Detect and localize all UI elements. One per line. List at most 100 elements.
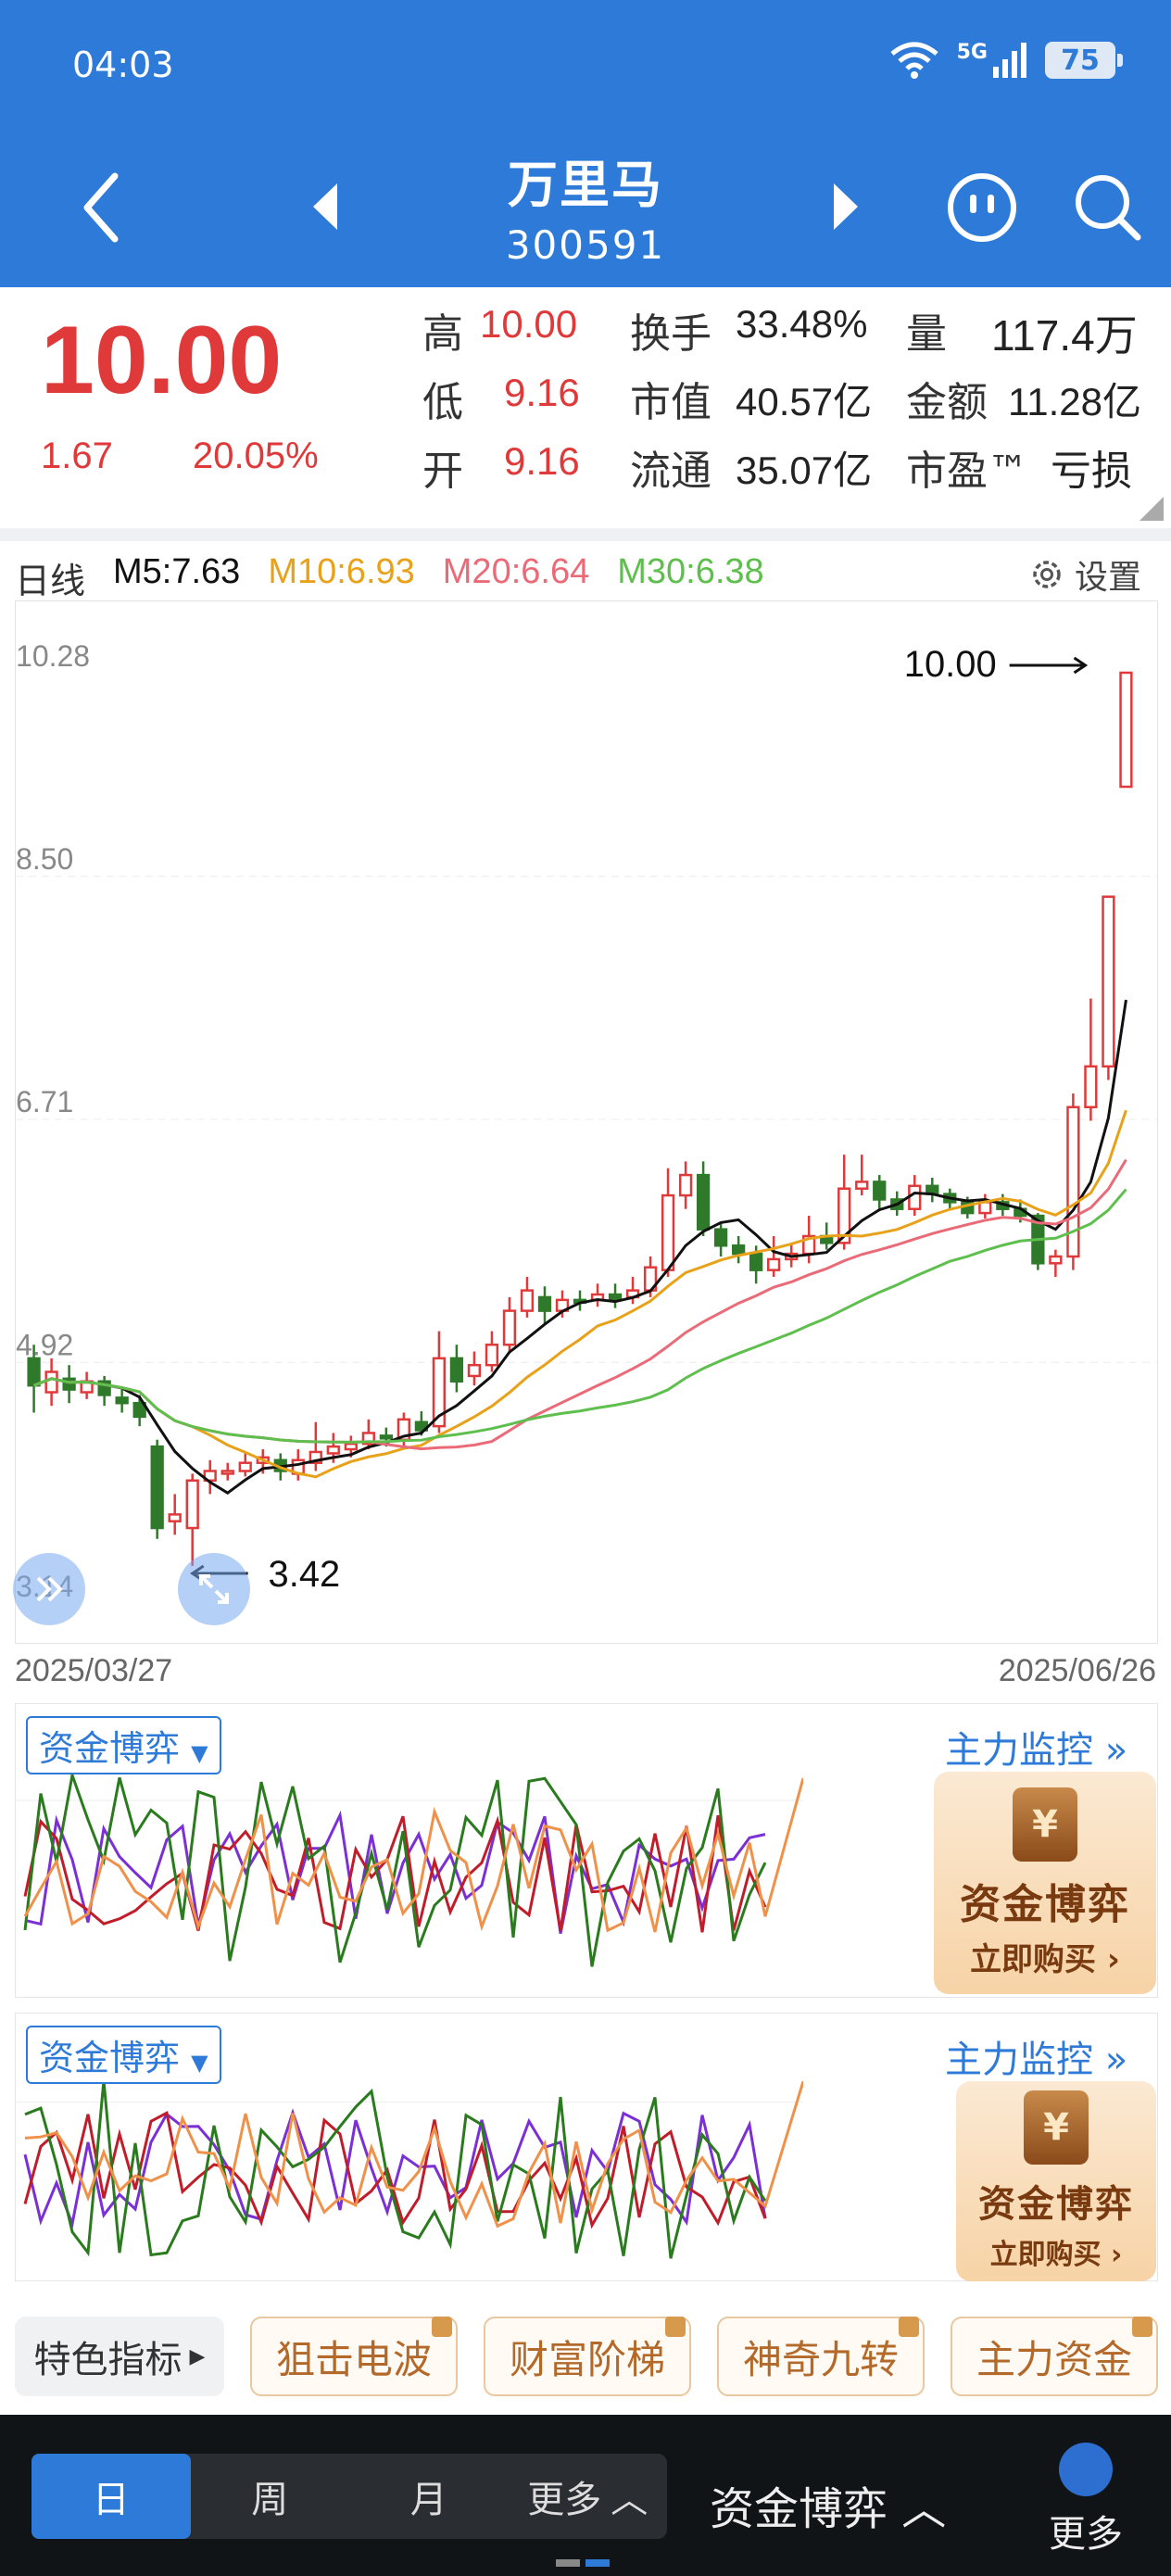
feature-btn-sniper[interactable]: 狙击电波: [250, 2317, 458, 2396]
candle-body: [1102, 895, 1115, 1068]
min-price-label: 3.42: [269, 1554, 341, 1595]
indicator-dropdown-1[interactable]: 资金博弈 ▼: [26, 1716, 221, 1774]
feature-btn-mainfund[interactable]: 主力资金: [951, 2317, 1158, 2396]
wifi-icon: [890, 42, 938, 79]
period-more[interactable]: 更多 ︿: [509, 2454, 668, 2539]
signal-icon: [993, 43, 1026, 78]
candle-body: [1119, 671, 1133, 789]
period-month[interactable]: 月: [349, 2454, 509, 2539]
collapse-panel-button[interactable]: [13, 1553, 85, 1625]
candle-body: [326, 1445, 340, 1455]
lock-icon: [1132, 2317, 1152, 2337]
period-selector: 日 周 月 更多 ︿: [31, 2454, 667, 2539]
status-icons: 5G 75: [888, 41, 1123, 80]
x-start-date: 2025/03/27: [15, 1653, 173, 1688]
m10-label: M10:6.93: [268, 552, 415, 591]
next-stock-icon[interactable]: [830, 182, 862, 232]
assistant-icon[interactable]: [945, 170, 1019, 245]
expand-icon: [199, 1574, 229, 1604]
candle-body: [449, 1357, 464, 1383]
network-type: 5G: [956, 41, 988, 64]
gear-icon: [1033, 561, 1061, 588]
candle-body: [502, 1309, 517, 1346]
candle-body: [168, 1513, 182, 1522]
more-dot-icon: [1059, 2443, 1113, 2496]
search-icon[interactable]: [1073, 172, 1143, 243]
more-menu-button[interactable]: 更多: [1039, 2443, 1132, 2557]
double-chevron-right-icon: [36, 1576, 63, 1602]
yuan-coin-icon: ¥: [1024, 2090, 1089, 2165]
indicator-switch[interactable]: 资金博弈 ︿: [710, 2472, 946, 2537]
candle-body: [485, 1343, 499, 1367]
candle-body: [115, 1396, 129, 1405]
candle-body: [678, 1173, 693, 1197]
y-tick-label: 4.92: [16, 1328, 73, 1361]
candle-body: [873, 1181, 887, 1201]
low-value: 9.16: [504, 371, 580, 414]
caret-right-icon: ▶: [189, 2344, 206, 2368]
lock-icon: [432, 2317, 452, 2337]
expand-corner-icon[interactable]: [1140, 497, 1164, 521]
candle-body: [713, 1228, 728, 1247]
feature-label: 神奇九转: [742, 2336, 899, 2382]
chart-settings-button[interactable]: 设置: [1028, 550, 1141, 599]
x-end-date: 2025/06/26: [998, 1653, 1156, 1688]
candle-body: [220, 1470, 234, 1475]
y-tick-label: 6.71: [16, 1085, 73, 1118]
main-monitor-link-1[interactable]: 主力监控 »: [945, 1720, 1127, 1774]
m5-label: M5:7.63: [113, 552, 241, 591]
pe-label: 市盈™: [906, 448, 1028, 495]
candlestick-chart[interactable]: 10.288.506.714.923.1410.003.42: [15, 600, 1158, 1644]
price-change-pct: 20.05%: [193, 436, 319, 476]
promo-card-1[interactable]: ¥ 资金博弈 立即购买 ›: [934, 1772, 1156, 1994]
more-label: 更多: [1049, 2513, 1123, 2556]
page-dot: [556, 2559, 580, 2567]
promo-title: 资金博弈: [978, 2183, 1134, 2226]
feature-label: 财富阶梯: [509, 2336, 665, 2382]
candle-body: [185, 1479, 199, 1530]
candle-body: [379, 1434, 394, 1440]
float-label: 流通: [630, 448, 711, 495]
caret-down-icon: ▼: [191, 2050, 208, 2076]
amount-label: 金额: [906, 379, 988, 426]
main-monitor-link-2[interactable]: 主力监控 »: [945, 2029, 1127, 2083]
m20-label: M20:6.64: [442, 552, 590, 591]
lock-icon: [665, 2317, 686, 2337]
period-day[interactable]: 日: [31, 2454, 191, 2539]
candle-body: [1049, 1255, 1063, 1265]
quote-card: 10.00 1.67 20.05% 高 10.00 低 9.16 开 9.16 …: [0, 287, 1171, 528]
max-arrow: [1009, 656, 1089, 675]
ma-legend: 日线 M5:7.63 M10:6.93 M20:6.64 M30:6.38: [15, 552, 764, 603]
indicator-line: [23, 1769, 767, 1967]
feature-btn-nine[interactable]: 神奇九转: [717, 2317, 925, 2396]
feature-indicator-menu[interactable]: 特色指标 ▶: [15, 2317, 224, 2396]
y-tick-label: 8.50: [16, 842, 73, 876]
mktcap-label: 市值: [630, 379, 711, 426]
candle-body: [537, 1295, 552, 1312]
status-time: 04:03: [72, 44, 174, 85]
main-monitor-label: 主力监控: [945, 2039, 1093, 2081]
candle-body: [696, 1173, 711, 1231]
low-label: 低: [422, 379, 463, 426]
pe-value: 亏损: [1051, 448, 1132, 495]
candle-body: [908, 1184, 922, 1210]
open-value: 9.16: [504, 439, 580, 483]
turnover-label: 换手: [630, 310, 711, 358]
promo-card-2[interactable]: ¥ 资金博弈 立即购买 ›: [956, 2081, 1156, 2281]
candle-body: [150, 1445, 164, 1530]
candle-body: [27, 1357, 41, 1387]
indicator-dropdown-2[interactable]: 资金博弈 ▼: [26, 2026, 221, 2084]
promo-buy: 立即购买 ›: [989, 2239, 1123, 2271]
divider: [0, 528, 1171, 541]
page-dot-active: [586, 2559, 610, 2567]
period-more-label: 更多: [527, 2479, 602, 2521]
m30-label: M30:6.38: [617, 552, 764, 591]
feature-btn-ladder[interactable]: 财富阶梯: [484, 2317, 691, 2396]
period-week[interactable]: 周: [191, 2454, 350, 2539]
price-change: 1.67: [41, 436, 113, 476]
fullscreen-button[interactable]: [178, 1553, 250, 1625]
high-value: 10.00: [480, 302, 578, 346]
feature-indicator-row: 特色指标 ▶ 狙击电波 财富阶梯 神奇九转 主力资金: [0, 2311, 1171, 2404]
candle-body: [661, 1193, 675, 1271]
candle-body: [749, 1252, 763, 1271]
